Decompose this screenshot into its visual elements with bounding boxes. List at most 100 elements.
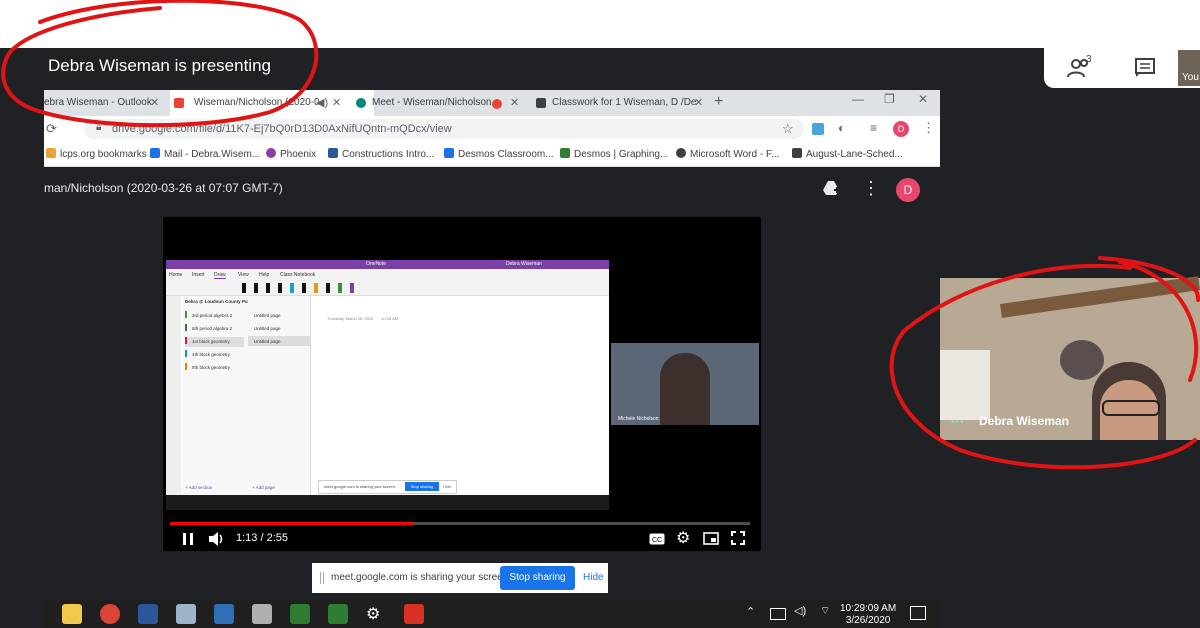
pause-icon[interactable]: [181, 532, 195, 546]
new-tab-button[interactable]: +: [714, 90, 723, 114]
reload-icon[interactable]: ⟳: [46, 121, 57, 137]
gear-icon[interactable]: ⚙: [676, 530, 690, 548]
bookmark-item[interactable]: Mail - Debra.Wisem...: [150, 148, 260, 160]
taskbar-desmos-2-icon[interactable]: [328, 604, 348, 624]
stop-sharing-button[interactable]: Stop sharing: [500, 566, 575, 590]
pen-icon: [254, 283, 258, 293]
restore-icon[interactable]: ❐: [884, 92, 895, 106]
recorded-stop-sharing: Stop sharing: [405, 482, 439, 491]
bookmark-item[interactable]: lcps.org bookmarks: [46, 148, 147, 160]
taskbar-chrome-icon[interactable]: [100, 604, 120, 624]
clock-time: 10:29:09 AM: [840, 603, 897, 614]
add-to-drive-icon[interactable]: [822, 180, 840, 196]
drive-file-title: man/Nicholson (2020-03-26 at 07:07 GMT-7…: [44, 181, 283, 195]
onenote-page: Untitled page: [254, 313, 281, 318]
url-text[interactable]: drive.google.com/file/d/11K7-Ej7bQ0rD13D…: [112, 123, 452, 135]
pen-icon: [278, 283, 282, 293]
audio-icon[interactable]: ◀): [316, 90, 328, 116]
taskbar-clock[interactable]: 10:29:09 AM 3/26/2020: [840, 603, 896, 627]
onenote-add-page: + Add page: [252, 485, 275, 490]
onenote-page-list: Untitled page Untitled page Untitled pag…: [248, 296, 311, 495]
volume-icon[interactable]: [208, 531, 226, 547]
onenote-page: Untitled page: [254, 339, 281, 344]
close-icon[interactable]: ✕: [694, 90, 703, 116]
video-progress-fill: [170, 522, 414, 525]
recording-icon: [492, 99, 502, 109]
participant-glasses: [1102, 400, 1160, 416]
reading-list-icon[interactable]: ≡: [870, 121, 877, 135]
minimize-icon[interactable]: —: [852, 92, 864, 106]
tab-label: Classwork for 1 Wiseman, D /De: [552, 97, 697, 108]
pen-icon: [338, 283, 342, 293]
onenote-section: 8th block geometry: [185, 363, 230, 373]
browser-tab-active[interactable]: Wiseman/Nicholson (2020-0: [170, 90, 374, 116]
tray-chevron-icon[interactable]: ⌃: [746, 605, 755, 618]
more-options-icon[interactable]: ⋮: [862, 176, 880, 200]
taskbar-desmos-1-icon[interactable]: [290, 604, 310, 624]
speaker-icon[interactable]: ◁): [794, 604, 806, 617]
onenote-user: Debra Wiseman: [506, 261, 542, 267]
bookmark-item[interactable]: Microsoft Word - F...: [676, 148, 779, 160]
onenote-tab: View: [238, 272, 249, 278]
taskbar-drawing-icon[interactable]: [252, 604, 272, 624]
onenote-add-section: + Add section: [185, 485, 213, 490]
miniplayer-icon[interactable]: [703, 532, 719, 545]
onenote-tab: Help: [259, 272, 270, 278]
close-icon[interactable]: ✕: [332, 90, 341, 116]
fullscreen-icon[interactable]: [731, 531, 745, 545]
onenote-section-list: Debra @ Loudoun County Public Schools 3r…: [181, 296, 274, 495]
onenote-tab: Home: [169, 272, 183, 278]
notifications-icon[interactable]: [910, 606, 926, 620]
network-icon[interactable]: ⌔: [820, 604, 830, 618]
taskbar-visio-icon[interactable]: [214, 604, 234, 624]
taskbar-file-explorer-icon[interactable]: [62, 604, 82, 624]
recorded-sharing-text: meet.google.com is sharing your screen.: [324, 484, 397, 489]
bookmark-item[interactable]: Constructions Intro...: [328, 148, 434, 160]
pen-icon: [302, 283, 306, 293]
profile-avatar[interactable]: D: [893, 121, 909, 137]
bookmark-item[interactable]: Desmos Classroom...: [444, 148, 554, 160]
onenote-tab: Insert: [192, 272, 205, 278]
battery-icon[interactable]: [770, 608, 786, 620]
tab-label: Wiseman/Nicholson (2020-0: [194, 97, 320, 108]
bookmark-item[interactable]: August-Lane-Sched...: [792, 148, 903, 160]
self-preview-tile[interactable]: You: [1178, 50, 1200, 86]
taskbar-word-icon[interactable]: [138, 604, 158, 624]
drive-profile-avatar[interactable]: D: [896, 178, 920, 202]
lock-icon: 🔒︎: [96, 122, 102, 133]
browser-tab-strip: ebra Wiseman - Outlook ✕ Wiseman/Nichols…: [44, 90, 940, 116]
classroom-favicon-icon: [536, 98, 546, 108]
youtube-favicon-icon: [174, 98, 184, 108]
close-icon[interactable]: ✕: [150, 90, 159, 116]
audio-level-icon: •••: [951, 417, 965, 428]
close-icon[interactable]: ✕: [510, 90, 519, 116]
chat-icon[interactable]: [1134, 56, 1156, 78]
presenting-banner: Debra Wiseman is presenting: [48, 56, 271, 75]
taskbar-settings-icon[interactable]: ⚙: [366, 604, 386, 624]
hide-button[interactable]: Hide: [583, 572, 604, 583]
self-preview-label: You: [1182, 72, 1199, 83]
recorded-taskbar: [166, 495, 609, 510]
onenote-section: 3rd period algebra 2: [185, 311, 232, 321]
drag-handle-icon[interactable]: [320, 572, 324, 584]
bookmark-item[interactable]: Desmos | Graphing...: [560, 148, 668, 160]
meet-favicon-icon: [356, 98, 366, 108]
onenote-section: 6th period algebra 2: [185, 324, 232, 334]
close-window-icon[interactable]: ✕: [918, 92, 928, 106]
tab-label: Meet - Wiseman/Nicholson: [372, 97, 492, 108]
taskbar-pdf-icon[interactable]: [404, 604, 424, 624]
pen-icon: [350, 283, 354, 293]
bookmark-star-icon[interactable]: ☆: [782, 121, 794, 137]
extension-icon[interactable]: ◐: [838, 121, 845, 135]
tab-label: ebra Wiseman - Outlook: [44, 97, 152, 108]
recorded-sharing-bar: meet.google.com is sharing your screen. …: [318, 480, 457, 494]
captions-icon[interactable]: CC: [649, 533, 665, 545]
taskbar-paint-icon[interactable]: [176, 604, 196, 624]
extension-icon[interactable]: [812, 123, 824, 135]
browser-menu-icon[interactable]: ⋮: [922, 120, 935, 136]
browser-tab[interactable]: Classwork for 1 Wiseman, D /De: [532, 90, 734, 116]
browser-tab[interactable]: Meet - Wiseman/Nicholson: [352, 90, 552, 116]
recorded-participant-video: [660, 353, 710, 425]
bookmark-item[interactable]: Phoenix: [266, 148, 316, 160]
video-time: 1:13 / 2:55: [236, 532, 288, 544]
